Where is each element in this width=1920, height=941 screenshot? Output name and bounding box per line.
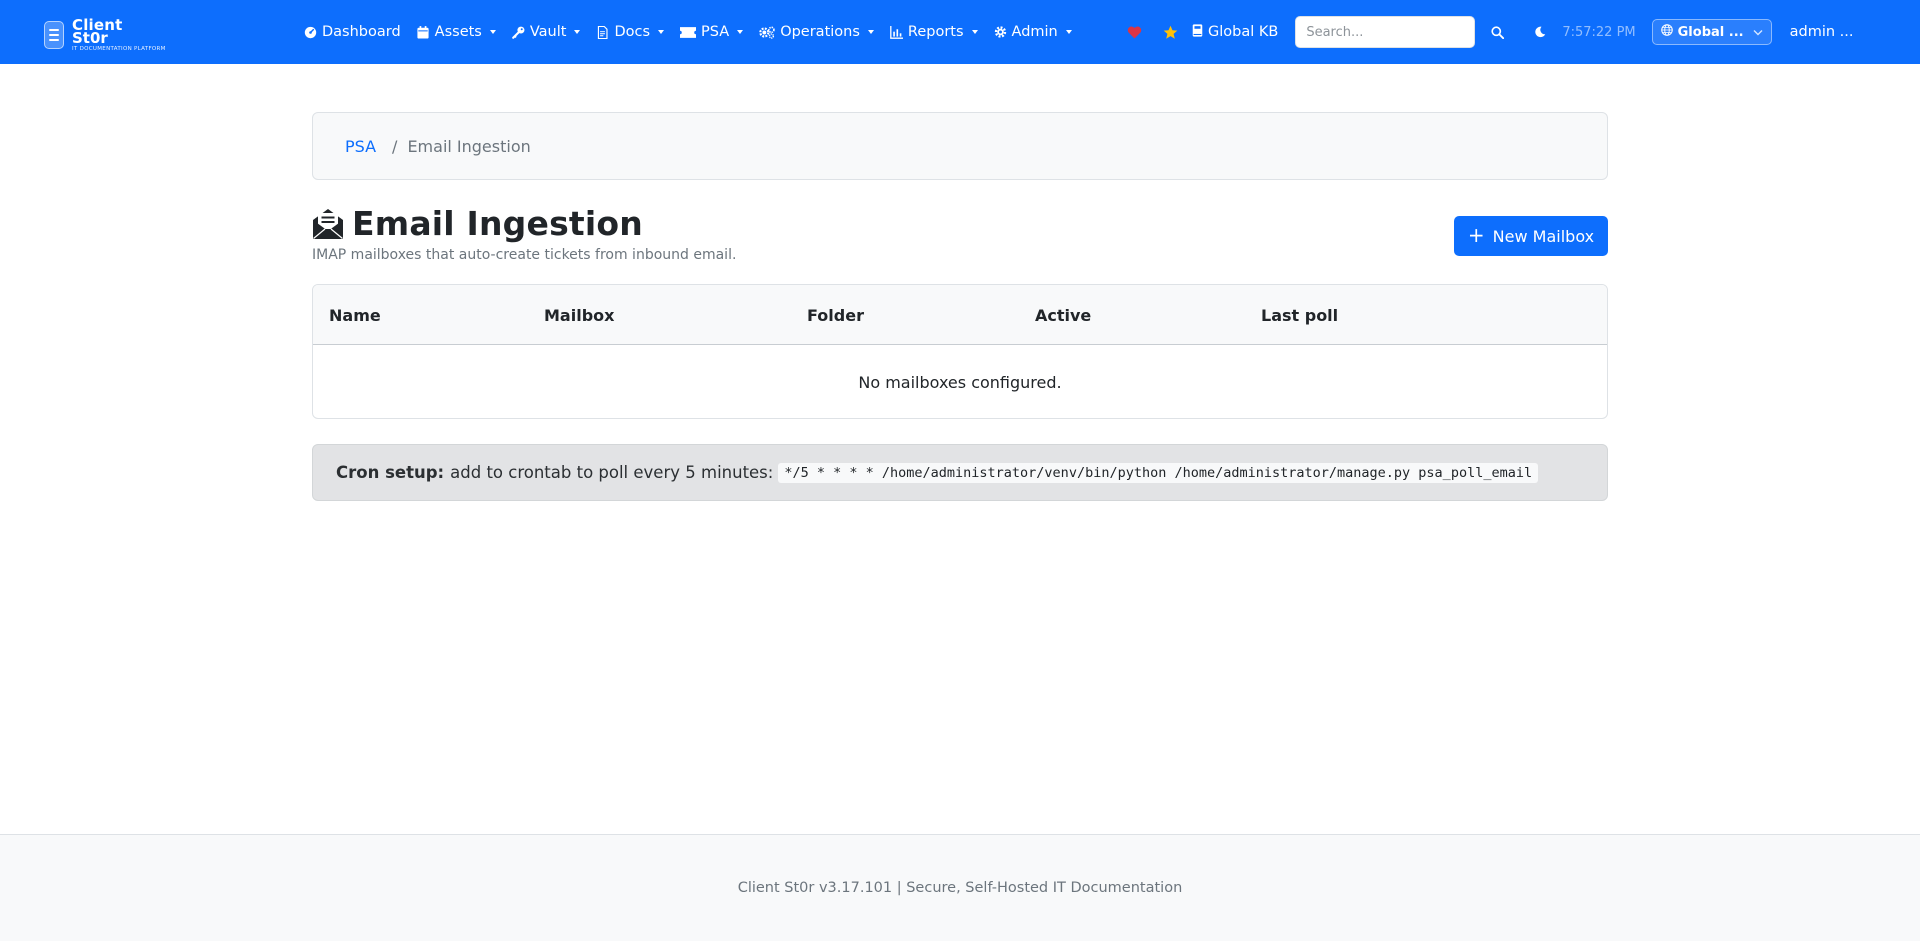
ticket-icon: [680, 26, 697, 39]
breadcrumb: PSA / Email Ingestion: [312, 112, 1608, 180]
clock-display: 7:57:22 PM: [1562, 24, 1636, 40]
page-title: Email Ingestion: [352, 204, 643, 243]
scope-select[interactable]: Global ...: [1651, 19, 1772, 45]
nav-docs[interactable]: Docs: [588, 0, 672, 64]
brand-name-line2: St0r: [72, 29, 108, 47]
moon-icon[interactable]: [1522, 14, 1558, 50]
nav-dashboard[interactable]: Dashboard: [296, 0, 409, 64]
document-icon: [596, 25, 609, 39]
column-header-last-poll[interactable]: Last poll: [1261, 285, 1338, 345]
table-empty-message: No mailboxes configured.: [858, 372, 1062, 392]
nav-operations-label: Operations: [780, 24, 860, 40]
search-icon[interactable]: [1479, 14, 1515, 50]
new-mailbox-button-label: New Mailbox: [1492, 226, 1595, 246]
global-kb-label: Global KB: [1208, 24, 1279, 40]
brand-logo-icon: [44, 21, 64, 50]
star-icon[interactable]: [1152, 14, 1188, 50]
nav-psa-label: PSA: [701, 24, 730, 40]
nav-admin[interactable]: Admin: [986, 0, 1080, 64]
book-icon: [1192, 23, 1203, 41]
brand-text: Client St0r IT DOCUMENTATION PLATFORM: [72, 18, 166, 53]
chevron-down-icon: [867, 30, 874, 34]
breadcrumb-link-psa[interactable]: PSA: [345, 137, 376, 156]
table-header-row: Name Mailbox Folder Active Last poll: [313, 285, 1607, 345]
cron-setup-text: add to crontab to poll every 5 minutes:: [450, 463, 774, 482]
column-header-folder[interactable]: Folder: [807, 285, 864, 345]
top-navbar: Client St0r IT DOCUMENTATION PLATFORM Da…: [0, 0, 1920, 64]
brand-logo-link[interactable]: Client St0r IT DOCUMENTATION PLATFORM: [44, 18, 166, 53]
column-header-active[interactable]: Active: [1035, 285, 1091, 345]
main-nav-menu: Dashboard Assets Vault Docs PSA Operatio…: [296, 0, 1080, 64]
key-icon: [512, 26, 525, 39]
chevron-down-icon: [1753, 25, 1763, 40]
nav-right-tools: Global KB 7:57:22 PM Global ... admin ..…: [1116, 0, 1854, 64]
chevron-down-icon: [1065, 30, 1072, 34]
chevron-down-icon: [489, 30, 496, 34]
brand-tagline: IT DOCUMENTATION PLATFORM: [72, 46, 166, 52]
nav-operations[interactable]: Operations: [751, 0, 882, 64]
mailboxes-table: Name Mailbox Folder Active Last poll No …: [312, 284, 1608, 419]
breadcrumb-separator: /: [392, 136, 398, 156]
nav-assets-label: Assets: [434, 24, 482, 40]
cron-setup-label: Cron setup:: [336, 463, 445, 482]
search-input[interactable]: [1295, 16, 1476, 48]
nav-vault-label: Vault: [529, 24, 567, 40]
gears-icon: [759, 26, 775, 39]
nav-reports-label: Reports: [907, 24, 964, 40]
chart-icon: [890, 25, 903, 39]
chevron-down-icon: [971, 30, 978, 34]
page-header: Email Ingestion IMAP mailboxes that auto…: [312, 204, 1608, 264]
cron-setup-alert: Cron setup: add to crontab to poll every…: [312, 444, 1608, 501]
gear-icon: [994, 26, 1007, 39]
column-header-name[interactable]: Name: [329, 285, 381, 345]
page-subtitle: IMAP mailboxes that auto-create tickets …: [312, 247, 737, 263]
chevron-down-icon: [658, 30, 665, 34]
cron-command[interactable]: */5 * * * * /home/administrator/venv/bin…: [778, 462, 1539, 483]
footer-text: Client St0r v3.17.101 | Secure, Self-Hos…: [737, 880, 1183, 896]
breadcrumb-current: Email Ingestion: [407, 136, 531, 156]
new-mailbox-button[interactable]: + New Mailbox: [1454, 216, 1608, 256]
nav-assets[interactable]: Assets: [409, 0, 504, 64]
plus-icon: +: [1467, 223, 1485, 247]
footer: Client St0r v3.17.101 | Secure, Self-Hos…: [0, 834, 1920, 941]
nav-dashboard-label: Dashboard: [322, 24, 401, 40]
chevron-down-icon: [737, 30, 744, 34]
nav-vault[interactable]: Vault: [504, 0, 589, 64]
envelope-open-icon: [312, 207, 344, 241]
nav-psa[interactable]: PSA: [672, 0, 751, 64]
calendar-icon: [417, 25, 430, 39]
column-header-mailbox[interactable]: Mailbox: [544, 285, 614, 345]
nav-reports[interactable]: Reports: [882, 0, 986, 64]
dashboard-icon: [304, 26, 317, 39]
heart-icon[interactable]: [1116, 14, 1152, 50]
scope-select-value: Global ...: [1677, 24, 1744, 40]
globe-icon: [1660, 24, 1673, 40]
user-menu[interactable]: admin ...: [1790, 24, 1854, 40]
title-row: Email Ingestion: [312, 204, 1608, 243]
nav-docs-label: Docs: [614, 24, 651, 40]
chevron-down-icon: [574, 30, 581, 34]
nav-admin-label: Admin: [1011, 24, 1058, 40]
global-kb-link[interactable]: Global KB: [1192, 23, 1279, 41]
